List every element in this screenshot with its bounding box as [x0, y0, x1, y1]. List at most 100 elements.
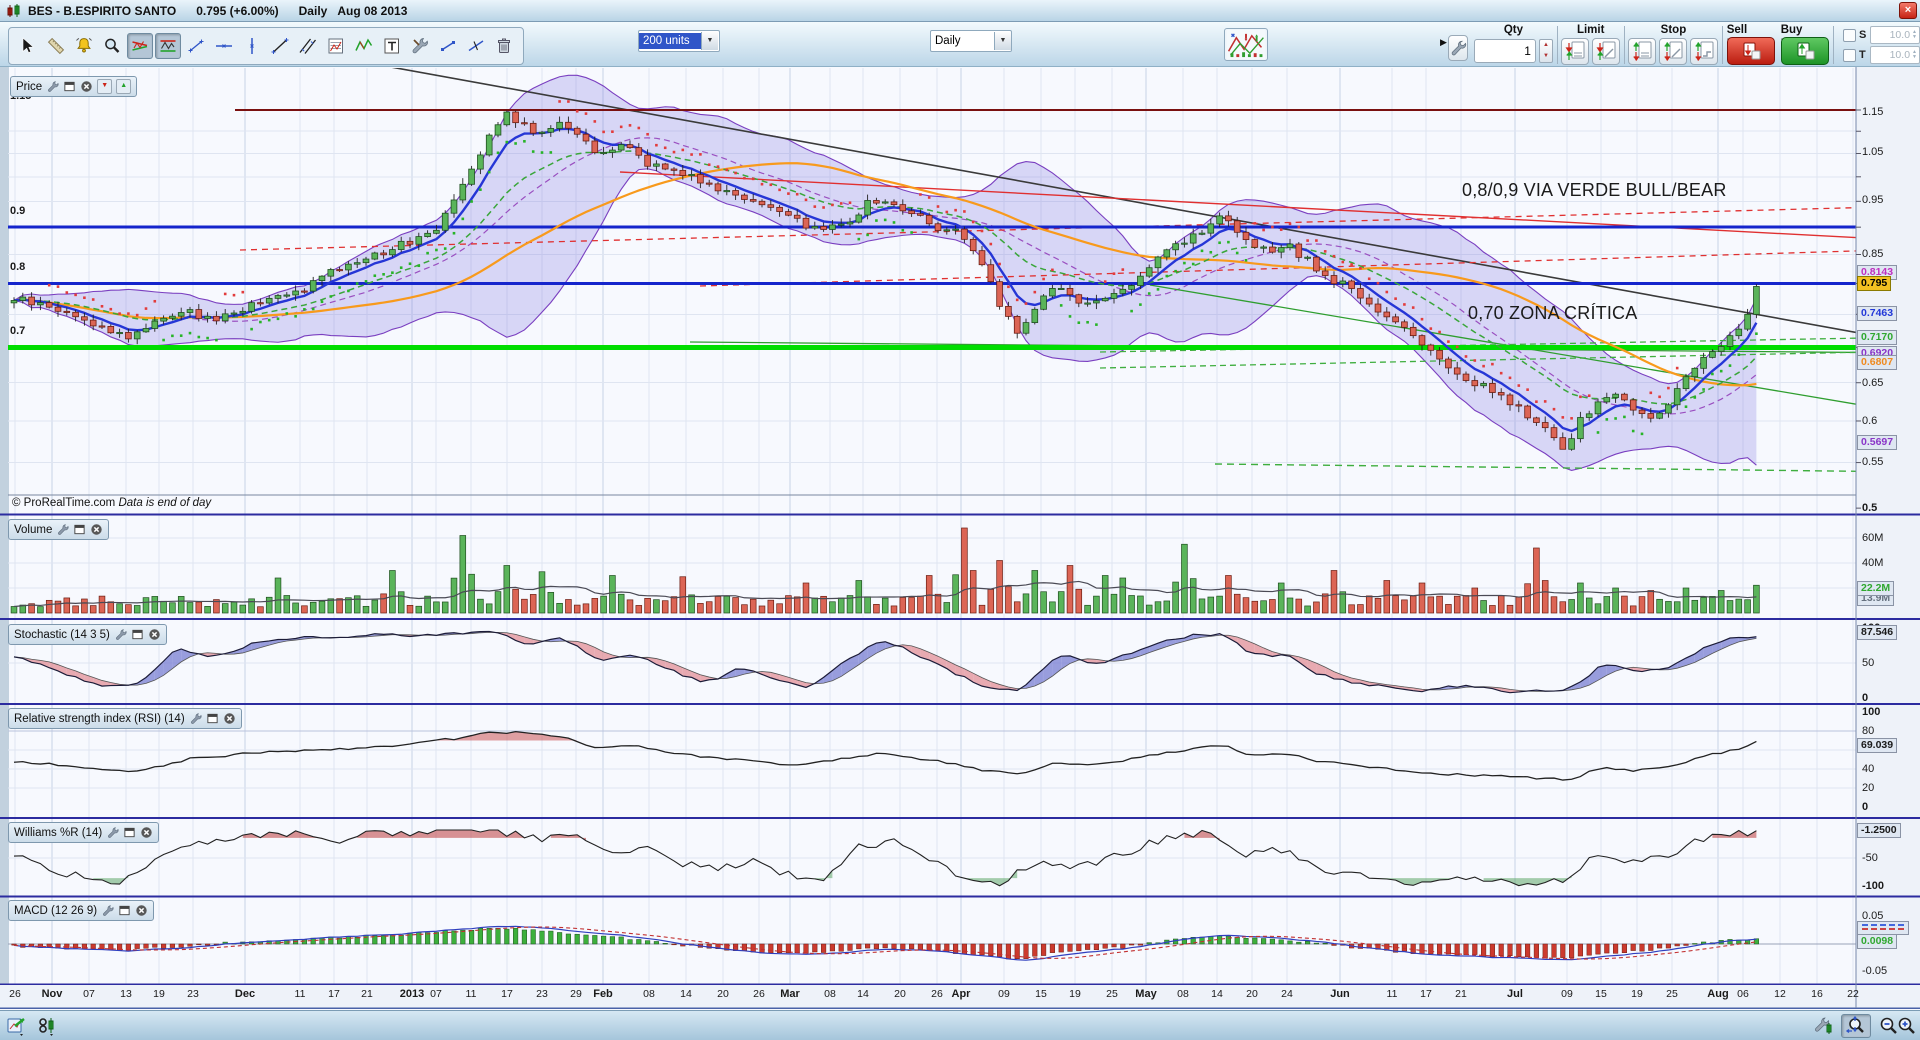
x-axis-label: 15 — [1595, 988, 1607, 1000]
axis-tick-label: 60 — [1862, 744, 1874, 756]
prorealtime-window: 1.151.050.950.850.650.60.550.50.81430.79… — [0, 0, 1920, 1040]
drawing-options-tool-button[interactable] — [407, 33, 433, 59]
limit-modify-order-button[interactable] — [1592, 38, 1620, 65]
stop-loss-checkbox[interactable] — [1843, 29, 1856, 42]
chevron-down-icon[interactable]: ▼ — [994, 32, 1011, 50]
window-icon[interactable] — [123, 826, 136, 839]
objects-settings-button[interactable] — [1810, 1014, 1836, 1038]
timeframe-dropdown[interactable]: Daily ▼ — [930, 30, 1012, 52]
panel-tab-stochastic[interactable]: Stochastic (14 3 5) — [8, 624, 167, 645]
horizontal-line-tool-button[interactable] — [211, 33, 237, 59]
zoom-fit-button[interactable] — [1841, 1014, 1871, 1038]
point-line-tool-button[interactable] — [183, 33, 209, 59]
trailing-stop-order-icon — [1692, 39, 1716, 63]
x-axis-label: Mar — [780, 988, 800, 1000]
delete-drawings-tool-button[interactable] — [491, 33, 517, 59]
panel-tab-price[interactable]: Price▼▲ — [10, 76, 137, 97]
x-axis-label: 20 — [1246, 988, 1258, 1000]
segment-tool-button[interactable] — [435, 33, 461, 59]
vertical-line-tool-button[interactable] — [239, 33, 265, 59]
x-axis-label: Jul — [1507, 988, 1523, 1000]
x-axis-label: 11 — [295, 988, 306, 1000]
units-dropdown[interactable]: 200 units ▼ — [638, 30, 720, 52]
ruler-tool-button[interactable] — [43, 33, 69, 59]
wrench-icon[interactable] — [106, 826, 119, 839]
window-icon[interactable] — [206, 712, 219, 725]
fibonacci-tool-button[interactable] — [323, 33, 349, 59]
close-icon[interactable] — [80, 80, 93, 93]
select-tool-button[interactable] — [15, 33, 41, 59]
wrench-icon[interactable] — [189, 712, 202, 725]
value-tag: 0.8143 — [1857, 265, 1897, 280]
linked-quote-button[interactable] — [34, 1014, 60, 1038]
panel-tab-volume[interactable]: Volume — [8, 519, 109, 540]
axis-tick-label: -100 — [1862, 880, 1884, 892]
spin-down-icon: ▼ — [1912, 55, 1917, 60]
axis-tick-label: 1.15 — [1862, 106, 1883, 118]
close-icon[interactable] — [140, 826, 153, 839]
sell-mkt-label: Sell MKT — [1727, 23, 1775, 37]
stop-order-button[interactable] — [1628, 38, 1656, 65]
units-dropdown-value: 200 units — [639, 33, 701, 49]
annotation-via-verde: 0,8/0,9 VIA VERDE BULL/BEAR — [1462, 180, 1727, 201]
take-profit-value-spinner[interactable]: 10.0▲▼ — [1870, 46, 1920, 64]
limit-order-button[interactable] — [1561, 38, 1589, 65]
extended-line-tool-button[interactable] — [463, 33, 489, 59]
auto-pattern-tool-button[interactable] — [127, 33, 153, 59]
wrench-icon[interactable] — [46, 80, 59, 93]
value-tag: 13.9M — [1857, 591, 1894, 606]
arrow-up-icon[interactable]: ▲ — [116, 79, 131, 94]
parallel-lines-tool-button[interactable] — [295, 33, 321, 59]
wrench-icon[interactable] — [114, 628, 127, 641]
trading-settings-button[interactable] — [1448, 35, 1468, 61]
x-axis-label: 14 — [1211, 988, 1223, 1000]
take-profit-checkbox[interactable] — [1843, 49, 1856, 62]
text-tool-button[interactable] — [379, 33, 405, 59]
stop-label: Stop — [1661, 23, 1687, 37]
close-icon[interactable] — [148, 628, 161, 641]
zigzag-tool-button[interactable] — [351, 33, 377, 59]
axis-tick-label: 0.6 — [1862, 415, 1877, 427]
value-tag: -1.2500 — [1857, 823, 1901, 838]
x-axis-label: 08 — [643, 988, 655, 1000]
qty-stepper[interactable]: ▲▼ — [1539, 39, 1553, 63]
close-window-button[interactable]: × — [1899, 2, 1917, 19]
buy-market-button[interactable] — [1781, 37, 1829, 65]
close-icon[interactable] — [135, 904, 148, 917]
x-axis-label: 26 — [753, 988, 765, 1000]
arrow-down-icon[interactable]: ▼ — [97, 79, 112, 94]
qty-input[interactable]: 1 — [1474, 39, 1536, 63]
candle-pattern-tool-button[interactable] — [155, 33, 181, 59]
window-icon[interactable] — [118, 904, 131, 917]
chart-canvas[interactable] — [0, 0, 1920, 1040]
x-axis-label: 23 — [187, 988, 199, 1000]
value-tag: 0.795 — [1857, 276, 1891, 291]
zoom-in-button[interactable] — [1894, 1014, 1920, 1038]
panel-tab-williams[interactable]: Williams %R (14) — [8, 822, 159, 843]
trend-line-tool-button[interactable] — [267, 33, 293, 59]
sell-market-button[interactable] — [1727, 37, 1775, 65]
close-icon[interactable] — [90, 523, 103, 536]
alert-bell-tool-button[interactable] — [71, 33, 97, 59]
value-tag: 0.6807 — [1857, 355, 1897, 370]
trailing-stop-order-button[interactable] — [1690, 38, 1718, 65]
window-icon[interactable] — [131, 628, 144, 641]
panel-tab-rsi[interactable]: Relative strength index (RSI) (14) — [8, 708, 242, 729]
window-icon[interactable] — [73, 523, 86, 536]
candle-pattern-tool-icon — [158, 36, 178, 56]
collapse-panel-arrow-icon[interactable]: ▶ — [1440, 37, 1447, 48]
stop-modify-order-button[interactable] — [1659, 38, 1687, 65]
wrench-icon[interactable] — [101, 904, 114, 917]
axis-tick-label: 0.05 — [1862, 910, 1883, 922]
panel-tab-macd[interactable]: MACD (12 26 9) — [8, 900, 154, 921]
chart-style-button[interactable] — [1224, 28, 1268, 61]
chevron-down-icon[interactable]: ▼ — [701, 32, 718, 50]
x-axis-label: 17 — [328, 988, 340, 1000]
wrench-icon[interactable] — [56, 523, 69, 536]
zoom-tool-button[interactable] — [99, 33, 125, 59]
close-icon[interactable] — [223, 712, 236, 725]
window-icon[interactable] — [63, 80, 76, 93]
value-tag: 69.039 — [1857, 738, 1897, 753]
stop-loss-value-spinner[interactable]: 10.0▲▼ — [1870, 26, 1920, 44]
export-chart-button[interactable] — [4, 1014, 30, 1038]
